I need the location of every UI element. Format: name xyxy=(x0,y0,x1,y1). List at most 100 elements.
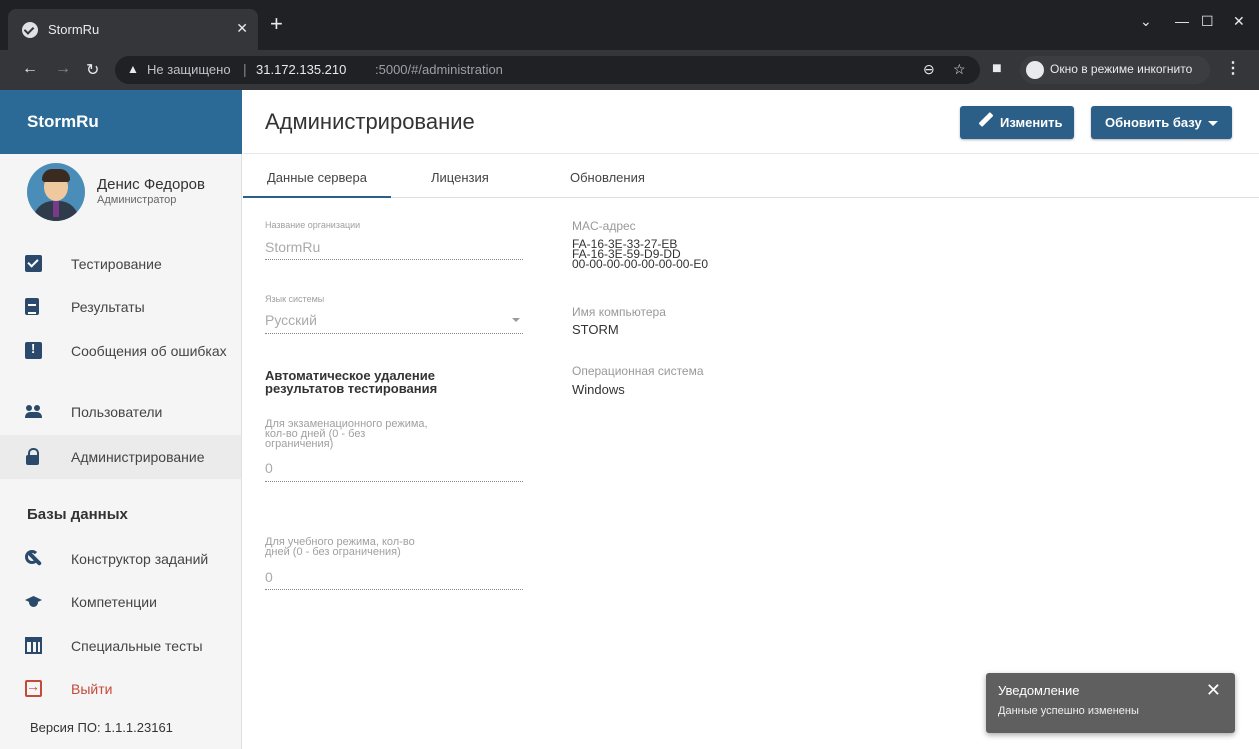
sidebar-item-label: Сообщения об ошибках xyxy=(71,343,227,359)
maximize-icon[interactable]: ☐ xyxy=(1201,13,1214,30)
toast-title: Уведомление xyxy=(998,683,1080,698)
graduation-cap-icon xyxy=(25,593,42,610)
back-icon[interactable]: ← xyxy=(22,60,38,78)
auto-delete-title: Автоматическое удаление результатов тест… xyxy=(265,369,437,395)
tab-title: StormRu xyxy=(48,22,100,37)
forward-icon[interactable]: → xyxy=(55,60,71,78)
sidebar-item-label: Администрирование xyxy=(71,449,205,465)
brand-header: StormRu xyxy=(0,90,242,154)
separator: | xyxy=(243,61,247,77)
exam-days-underline xyxy=(265,481,523,482)
user-name: Денис Федоров xyxy=(97,176,205,193)
url-path: :5000/#/administration xyxy=(375,62,503,77)
lock-icon xyxy=(25,448,42,465)
language-underline xyxy=(265,333,523,334)
sidebar: StormRu Денис Федоров Администратор Тест… xyxy=(0,90,242,749)
software-version: Версия ПО: 1.1.1.23161 xyxy=(30,720,173,735)
avatar[interactable] xyxy=(27,163,85,221)
sidebar-item-label: Специальные тесты xyxy=(71,638,203,654)
zoom-icon[interactable]: ⊖ xyxy=(923,61,935,78)
databases-section-title: Базы данных xyxy=(27,506,128,523)
close-icon[interactable]: ✕ xyxy=(1206,680,1221,701)
reload-icon[interactable]: ↻ xyxy=(86,60,99,80)
computer-name-label: Имя компьютера xyxy=(572,305,666,319)
incognito-label: Окно в режиме инкогнито xyxy=(1050,62,1193,76)
brand-logo[interactable]: StormRu xyxy=(27,112,99,132)
favicon-icon xyxy=(22,22,38,38)
os-value: Windows xyxy=(572,382,625,397)
tab-bar: Данные сервера Лицензия Обновления xyxy=(243,155,1259,198)
clipboard-icon xyxy=(25,298,39,315)
study-days-underline xyxy=(265,589,523,590)
mac-address-list: FA-16-3E-33-27-EB FA-16-3E-59-D9-DD 00-0… xyxy=(572,238,709,271)
os-label: Операционная система xyxy=(572,364,704,378)
warning-icon: ▲ xyxy=(127,62,139,76)
sidebar-item-special-tests[interactable]: Специальные тесты xyxy=(0,624,241,668)
language-select[interactable]: Русский xyxy=(265,312,317,328)
browser-tab-strip: StormRu ✕ + ⌄ — ☐ ✕ xyxy=(0,0,1259,50)
active-tab-indicator xyxy=(243,196,391,198)
side-panel-icon[interactable]: ■ xyxy=(992,60,1002,78)
study-days-label: Для учебного режима, кол-во дней (0 - бе… xyxy=(265,537,455,558)
sidebar-item-results[interactable]: Результаты xyxy=(0,285,241,329)
page-title: Администрирование xyxy=(265,109,475,134)
window-close-icon[interactable]: ✕ xyxy=(1233,13,1245,30)
tab-search-icon[interactable]: ⌄ xyxy=(1140,13,1152,30)
wrench-icon xyxy=(25,550,42,567)
pencil-icon xyxy=(978,112,994,127)
users-icon xyxy=(25,403,42,420)
org-name-label: Название организации xyxy=(265,220,361,230)
incognito-icon xyxy=(1026,61,1044,79)
org-name-input[interactable]: StormRu xyxy=(265,239,320,255)
avatar-hair xyxy=(42,169,70,182)
sidebar-item-label: Результаты xyxy=(71,299,145,315)
sidebar-item-logout[interactable]: Выйти xyxy=(0,667,241,711)
mac-address-label: MAC-адрес xyxy=(572,219,636,233)
exam-days-input[interactable]: 0 xyxy=(265,460,273,476)
tab-close-icon[interactable]: ✕ xyxy=(236,20,248,37)
computer-name-value: STORM xyxy=(572,322,619,337)
avatar-tie xyxy=(53,201,59,217)
edit-button-label: Изменить xyxy=(1000,115,1063,130)
study-days-input[interactable]: 0 xyxy=(265,569,273,585)
sidebar-item-error-reports[interactable]: Сообщения об ошибках xyxy=(0,329,241,373)
sidebar-item-administration[interactable]: Администрирование xyxy=(0,435,241,479)
incognito-badge[interactable]: Окно в режиме инкогнито xyxy=(1020,56,1210,84)
sidebar-item-testing[interactable]: Тестирование xyxy=(0,242,241,286)
browser-tab[interactable]: StormRu ✕ xyxy=(8,9,258,50)
tab-server-data[interactable]: Данные сервера xyxy=(267,170,367,185)
url-host: 31.172.135.210 xyxy=(256,62,347,77)
language-label: Язык системы xyxy=(265,294,325,304)
table-icon xyxy=(25,637,42,654)
org-name-underline xyxy=(265,259,523,260)
checkbox-icon xyxy=(25,255,42,272)
sidebar-item-task-builder[interactable]: Конструктор заданий xyxy=(0,537,241,581)
mac-address-value: 00-00-00-00-00-00-00-E0 xyxy=(572,257,709,271)
browser-menu-icon[interactable]: ⋮ xyxy=(1225,58,1241,78)
sidebar-item-label: Пользователи xyxy=(71,404,163,420)
browser-toolbar: ← → ↻ ▲ Не защищено | 31.172.135.210 :50… xyxy=(0,50,1259,90)
sidebar-item-competencies[interactable]: Компетенции xyxy=(0,580,241,624)
sidebar-item-label: Конструктор заданий xyxy=(71,551,209,567)
update-database-button[interactable]: Обновить базу xyxy=(1091,106,1232,139)
not-secure-label[interactable]: Не защищено xyxy=(147,62,231,77)
sidebar-item-users[interactable]: Пользователи xyxy=(0,390,241,434)
dropdown-arrow-icon[interactable] xyxy=(512,318,520,322)
minimize-icon[interactable]: — xyxy=(1175,13,1189,29)
tab-updates[interactable]: Обновления xyxy=(570,170,645,185)
logout-icon xyxy=(25,678,42,697)
bookmark-star-icon[interactable]: ☆ xyxy=(953,61,966,78)
address-bar[interactable]: ▲ Не защищено | 31.172.135.210 :5000/#/a… xyxy=(115,56,980,84)
exam-days-label: Для экзаменационного режима, кол-во дней… xyxy=(265,419,455,450)
tab-license[interactable]: Лицензия xyxy=(431,170,489,185)
exam-days-label-line3: ограничения) xyxy=(265,438,334,450)
sidebar-item-label: Компетенции xyxy=(71,594,157,610)
new-tab-button[interactable]: + xyxy=(270,13,283,35)
sidebar-item-label: Выйти xyxy=(71,681,113,697)
edit-button[interactable]: Изменить xyxy=(960,106,1074,139)
update-button-label: Обновить базу xyxy=(1105,115,1202,130)
user-role: Администратор xyxy=(97,194,177,206)
page-header: Администрирование Изменить Обновить базу xyxy=(243,90,1259,154)
sidebar-item-label: Тестирование xyxy=(71,256,162,272)
toast-message: Данные успешно изменены xyxy=(998,705,1139,717)
